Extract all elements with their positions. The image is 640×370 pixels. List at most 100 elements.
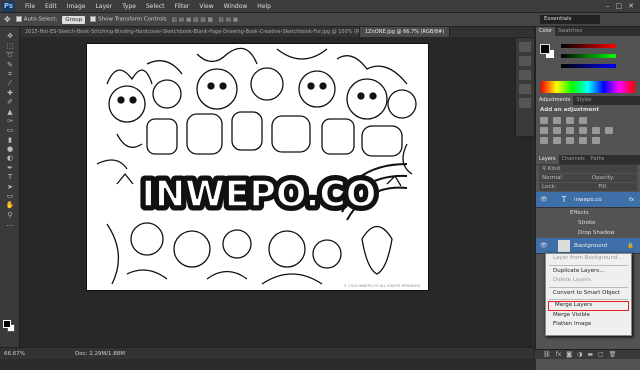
menu-view[interactable]: View (194, 3, 218, 10)
blend-mode-dropdown[interactable]: Normal (542, 175, 562, 181)
tab-adjustments[interactable]: Adjustments (536, 96, 574, 105)
tab-channels[interactable]: Channels (559, 155, 588, 164)
healing-icon[interactable]: ✚ (5, 89, 15, 97)
layer-background[interactable]: 👁 Background 🔒 (536, 238, 640, 254)
marquee-icon[interactable]: ⬚ (5, 42, 15, 50)
invert-icon[interactable] (540, 137, 548, 144)
menu-filter[interactable]: Filter (170, 3, 195, 10)
effect-stroke[interactable]: Stroke (536, 218, 640, 228)
path-select-icon[interactable]: ➤ (5, 183, 15, 191)
show-transform-checkbox[interactable]: Show Transform Controls (90, 16, 167, 23)
lock-icon: 🔒 (627, 242, 634, 249)
dock-properties-icon[interactable] (519, 56, 531, 66)
folder-icon[interactable]: ▬ (587, 351, 593, 358)
eraser-icon[interactable]: ▭ (5, 126, 15, 134)
zoom-icon[interactable]: ⚲ (5, 211, 15, 219)
minimize-icon[interactable]: – (606, 2, 610, 10)
crop-icon[interactable]: ⌗ (5, 70, 15, 78)
dock-history-icon[interactable] (519, 42, 531, 52)
menu-file[interactable]: File (20, 3, 40, 10)
exposure-icon[interactable] (579, 117, 587, 124)
layer-name[interactable]: Background (574, 243, 607, 249)
type-icon[interactable]: T (5, 173, 15, 181)
blur-icon[interactable]: ● (5, 145, 15, 153)
align-icons[interactable]: ▥▤▦▧▨▩ ▥▤▦ (172, 17, 241, 23)
gradient-icon[interactable]: ▮ (5, 136, 15, 144)
tab-paths[interactable]: Paths (588, 155, 608, 164)
effect-drop-shadow[interactable]: Drop Shadow (536, 228, 640, 238)
layer-name[interactable]: inwepo.co (574, 197, 602, 203)
brush-icon[interactable]: ✐ (5, 98, 15, 106)
menu-item-merge-layers[interactable]: Merge Layers (548, 301, 629, 311)
quick-select-icon[interactable]: ✎ (5, 61, 15, 69)
document-canvas[interactable]: INWEPO.CO INWEPO.CO © 2015 INWEPO.CO ALL… (86, 43, 429, 291)
channel-mixer-icon[interactable] (605, 127, 613, 134)
move-icon[interactable]: ✥ (5, 32, 15, 40)
close-icon[interactable]: ✕ (628, 2, 634, 10)
menu-item-merge-visible[interactable]: Merge Visible (546, 311, 631, 321)
dodge-icon[interactable]: ◐ (5, 154, 15, 162)
threshold-icon[interactable] (566, 137, 574, 144)
title-word: INWEPO.CO (142, 174, 377, 215)
effects-row[interactable]: Effects (536, 208, 640, 218)
stamp-icon[interactable]: ▲ (5, 108, 15, 116)
color-spectrum[interactable] (541, 81, 635, 93)
levels-icon[interactable] (553, 117, 561, 124)
kind-filter[interactable]: ⚲ Kind (539, 165, 637, 173)
gradient-map-icon[interactable] (579, 137, 587, 144)
hand-icon[interactable]: ✋ (5, 201, 15, 209)
history-brush-icon[interactable]: ✑ (5, 117, 15, 125)
dock-brush-icon[interactable] (519, 98, 531, 108)
workspace-dropdown[interactable]: Essentials (540, 15, 600, 24)
dock-character-icon[interactable] (519, 70, 531, 80)
foreground-color-swatch[interactable] (3, 320, 11, 328)
tab-color[interactable]: Color (536, 27, 556, 36)
menu-select[interactable]: Select (141, 3, 170, 10)
photo-filter-icon[interactable] (592, 127, 600, 134)
panel-fg-color[interactable] (540, 44, 550, 54)
eye-icon[interactable]: 👁 (540, 196, 548, 203)
tab-inwepo[interactable]: 1ZnONE.jpg @ 66.7% (RGB/8#) (360, 27, 451, 37)
tab-styles[interactable]: Styles (573, 96, 594, 105)
tab-swatches[interactable]: Swatches (555, 27, 585, 36)
eye-icon[interactable]: 👁 (540, 242, 548, 249)
menu-image[interactable]: Image (62, 3, 91, 10)
link-icon[interactable]: ⛓ (543, 351, 551, 358)
eyedropper-icon[interactable]: ⁄ (5, 79, 15, 87)
pen-icon[interactable]: ✒ (5, 164, 15, 172)
vibrance-icon[interactable] (540, 127, 548, 134)
auto-select-dropdown[interactable]: Group (62, 15, 86, 24)
auto-select-checkbox[interactable]: Auto-Select: (15, 16, 57, 23)
menu-item-convert-to-smart-object[interactable]: Convert to Smart Object (546, 289, 631, 299)
fx-badge[interactable]: fx (629, 197, 634, 203)
menu-window[interactable]: Window (219, 3, 253, 10)
maximize-icon[interactable]: □ (616, 2, 623, 10)
dock-paragraph-icon[interactable] (519, 84, 531, 94)
menu-item-duplicate-layers[interactable]: Duplicate Layers... (546, 267, 631, 277)
move-tool-icon[interactable]: ✥ (4, 15, 11, 24)
color-balance-icon[interactable] (566, 127, 574, 134)
zoom-level[interactable]: 66.67% (4, 351, 25, 357)
menu-layer[interactable]: Layer (90, 3, 117, 10)
new-layer-icon[interactable]: ▢ (598, 351, 604, 358)
bw-icon[interactable] (579, 127, 587, 134)
curves-icon[interactable] (566, 117, 574, 124)
brightness-icon[interactable] (540, 117, 548, 124)
adjustment-icon[interactable]: ◑ (577, 351, 582, 358)
menu-edit[interactable]: Edit (40, 3, 62, 10)
fx-icon[interactable]: fx (556, 351, 562, 358)
tab-sketchbook[interactable]: 2015-Hot-ES-Sketch-Book-Stitching-Bindin… (20, 27, 360, 37)
selective-color-icon[interactable] (592, 137, 600, 144)
menu-help[interactable]: Help (252, 3, 276, 10)
more-icon[interactable]: … (5, 220, 15, 228)
hue-icon[interactable] (553, 127, 561, 134)
menu-item-flatten-image[interactable]: Flatten Image (546, 320, 631, 330)
trash-icon[interactable]: 🗑 (609, 351, 617, 358)
tab-layers[interactable]: Layers (536, 155, 559, 164)
menu-type[interactable]: Type (117, 3, 141, 10)
layer-inwepo[interactable]: 👁 T inwepo.co fx (536, 192, 640, 208)
lasso-icon[interactable]: ➰ (5, 51, 15, 59)
mask-icon[interactable]: ◙ (566, 351, 572, 358)
shape-icon[interactable]: ▭ (5, 192, 15, 200)
posterize-icon[interactable] (553, 137, 561, 144)
